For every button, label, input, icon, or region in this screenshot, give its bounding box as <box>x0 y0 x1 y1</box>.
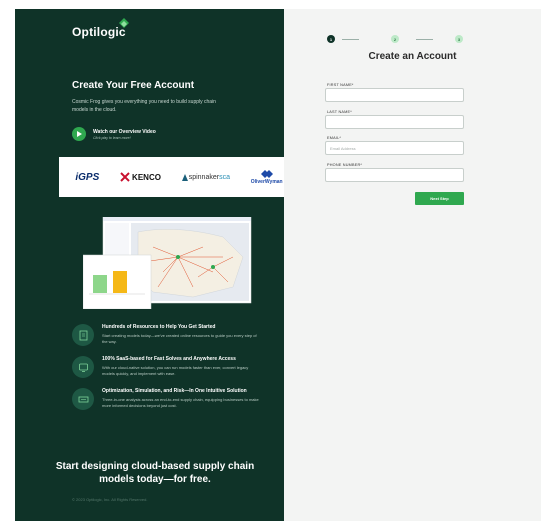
promo-description: Cosmic Frog gives you everything you nee… <box>72 99 216 113</box>
product-screenshot <box>83 217 252 309</box>
promo-panel: Optilogic Create Your Free Account Cosmi… <box>15 9 284 521</box>
email-field[interactable] <box>325 141 464 155</box>
feature-title: Hundreds of Resources to Help You Get St… <box>102 324 216 330</box>
feature-desc: Three-in-one analysis across an end-to-e… <box>102 397 259 408</box>
feature-title: 100% SaaS-based for Fast Solves and Anyw… <box>102 356 236 362</box>
feature-title: Optimization, Simulation, and Risk—In On… <box>102 388 247 394</box>
play-icon[interactable] <box>72 127 86 141</box>
logo-leaf-icon <box>119 18 129 28</box>
copyright: © 2023 Optilogic, Inc. All Rights Reserv… <box>72 497 148 502</box>
video-title: Watch our Overview Video <box>93 128 156 135</box>
signup-panel: 1 2 3 Create an Account FIRST NAME* LAST… <box>284 9 541 521</box>
next-step-button[interactable]: Next Step <box>415 192 464 205</box>
customer-logos: iGPS KENCO spinnaker sca OliverWyman <box>59 157 284 197</box>
last-name-field[interactable] <box>325 115 464 129</box>
overview-video-link[interactable]: Watch our Overview Video Click play to l… <box>72 127 156 141</box>
step-divider <box>342 38 359 40</box>
kenco-logo: KENCO <box>120 172 161 182</box>
progress-stepper: 1 2 3 <box>327 35 465 43</box>
last-name-label: LAST NAME* <box>327 110 352 114</box>
feature-desc: With our cloud-native solution, you can … <box>102 365 249 376</box>
spinnaker-sail-icon <box>181 173 188 181</box>
igps-logo: iGPS <box>75 171 100 183</box>
cloud-icon <box>72 356 94 378</box>
email-label: EMAIL* <box>327 136 342 140</box>
step-3: 3 <box>455 35 463 43</box>
video-subtitle: Click play to learn more! <box>93 135 131 140</box>
promo-headline: Create Your Free Account <box>72 80 195 91</box>
resources-icon <box>72 324 94 346</box>
oliver-wyman-logo: OliverWyman <box>251 169 283 185</box>
oliver-wyman-mark-icon <box>260 169 273 178</box>
feature-item: Hundreds of Resources to Help You Get St… <box>72 324 262 346</box>
first-name-label: FIRST NAME* <box>327 83 354 87</box>
kenco-x-icon <box>120 172 130 182</box>
step-2: 2 <box>391 35 399 43</box>
spinnaker-logo: spinnaker sca <box>181 173 230 181</box>
page: Optilogic Create Your Free Account Cosmi… <box>15 9 541 521</box>
form-title: Create an Account <box>368 51 457 62</box>
cta-text: Start designing cloud-based supply chain… <box>55 461 255 485</box>
step-1: 1 <box>327 35 335 43</box>
feature-desc: Start creating models today—we've create… <box>102 333 257 344</box>
feature-item: Optimization, Simulation, and Risk—In On… <box>72 388 262 410</box>
optimization-icon <box>72 388 94 410</box>
step-divider <box>416 38 433 40</box>
feature-list: Hundreds of Resources to Help You Get St… <box>72 324 262 420</box>
phone-label: PHONE NUMBER* <box>327 163 363 167</box>
feature-item: 100% SaaS-based for Fast Solves and Anyw… <box>72 356 262 378</box>
phone-field[interactable] <box>325 168 464 182</box>
first-name-field[interactable] <box>325 88 464 102</box>
